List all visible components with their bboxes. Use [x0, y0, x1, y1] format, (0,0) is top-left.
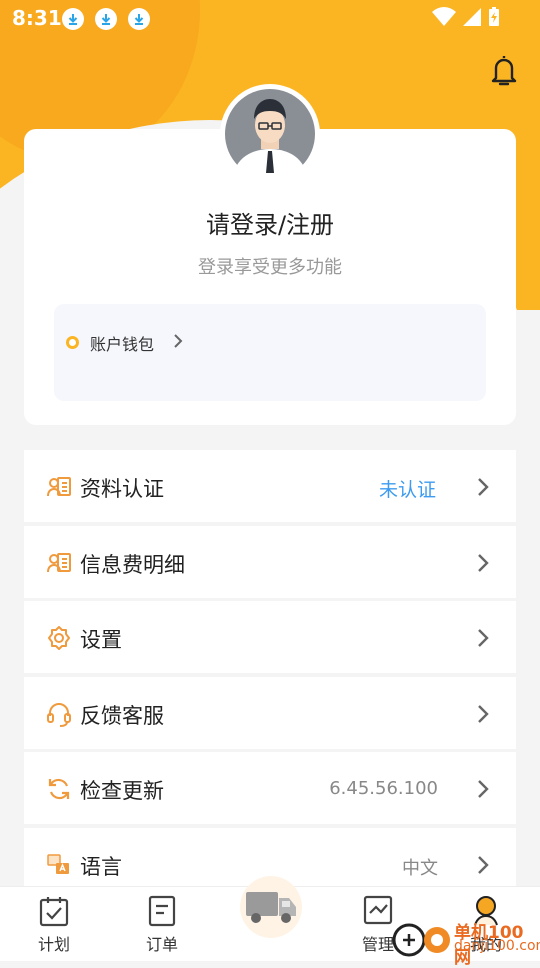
tab-label: 计划 — [37, 935, 70, 954]
wallet-dot-icon — [66, 336, 79, 349]
download-icon — [62, 8, 84, 30]
truck-icon — [246, 892, 296, 923]
menu-item-feedback[interactable]: 反馈客服 — [24, 676, 516, 749]
chevron-right-icon — [478, 856, 489, 874]
watermark-logo: 单机100网 danji100.com — [392, 918, 540, 968]
menu-item-settings[interactable]: 设置 — [24, 601, 516, 674]
settings-menu: 资料认证 未认证 信息费明细 设置 反馈客服 检查更新 6.45.56.100 … — [24, 450, 516, 904]
status-bar: 8:31 — [0, 0, 540, 36]
menu-item-check-update[interactable]: 检查更新 6.45.56.100 — [24, 752, 516, 825]
wallet-label: 账户钱包 — [90, 335, 155, 354]
avatar[interactable] — [220, 84, 320, 184]
download-icon — [128, 8, 150, 30]
login-subtitle: 登录享受更多功能 — [198, 257, 342, 278]
calendar-check-icon — [39, 897, 69, 927]
document-icon — [148, 895, 176, 927]
signal-icon — [463, 8, 481, 26]
verification-status: 未认证 — [378, 479, 436, 501]
login-register-link[interactable]: 请登录/注册 — [24, 205, 516, 240]
status-time: 8:31 — [12, 6, 62, 30]
chevron-right-icon — [478, 629, 489, 648]
chart-icon — [363, 895, 393, 925]
chevron-right-icon — [174, 334, 183, 348]
chevron-right-icon — [478, 478, 489, 496]
headset-icon — [47, 702, 71, 727]
id-card-icon — [47, 552, 71, 572]
battery-icon — [489, 7, 499, 26]
menu-item-label: 信息费明细 — [80, 552, 185, 577]
language-icon — [47, 854, 69, 874]
tab-order[interactable]: 订单 — [127, 895, 197, 955]
gear-icon — [48, 626, 70, 651]
menu-item-label: 语言 — [80, 854, 122, 879]
menu-item-fee-details[interactable]: 信息费明细 — [24, 525, 516, 598]
truck-button[interactable] — [240, 876, 302, 938]
refresh-icon — [48, 779, 70, 800]
chevron-right-icon — [478, 780, 489, 799]
current-language: 中文 — [402, 857, 438, 879]
version-number: 6.45.56.100 — [329, 778, 438, 800]
menu-item-label: 检查更新 — [80, 779, 164, 804]
menu-item-label: 设置 — [80, 628, 122, 653]
chevron-right-icon — [478, 704, 489, 723]
watermark-url: danji100.com — [454, 938, 540, 954]
menu-item-verification[interactable]: 资料认证 未认证 — [24, 450, 516, 522]
download-icon — [95, 8, 117, 30]
notification-bell-icon[interactable] — [488, 52, 520, 88]
wifi-icon — [432, 7, 456, 27]
menu-item-label: 资料认证 — [80, 477, 164, 501]
watermark-icon — [392, 923, 450, 957]
id-card-icon — [47, 477, 71, 497]
menu-item-label: 反馈客服 — [80, 703, 164, 728]
tab-plan[interactable]: 计划 — [19, 895, 89, 955]
tab-label: 订单 — [145, 935, 178, 954]
chevron-right-icon — [478, 553, 489, 572]
account-wallet[interactable]: 账户钱包 — [54, 304, 486, 401]
